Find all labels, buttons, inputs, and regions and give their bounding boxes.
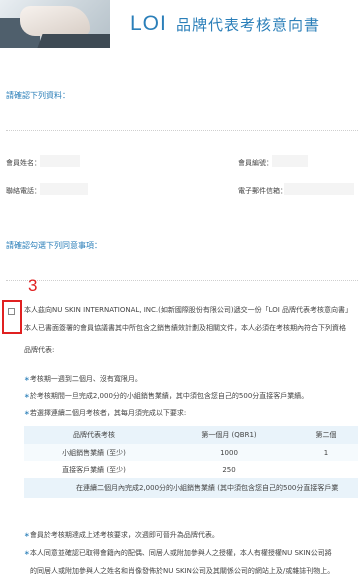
- member-name-label: 會員姓名：: [6, 159, 41, 167]
- hero-hand: [20, 6, 90, 36]
- phone-label: 聯絡電話：: [6, 187, 41, 195]
- highlight-box: [2, 300, 22, 334]
- section-title-info: 請確認下列資料：: [6, 91, 70, 100]
- bullet-item: ∗若選擇連續二個月考核者，其每月須完成以下要求:: [24, 409, 187, 417]
- loi-logo: LOI: [130, 12, 167, 35]
- member-name-value: [40, 155, 80, 167]
- bullet-continuation: 的同居人或附加參與人之姓名和肖像發佈於NU SKIN公司及其關係公司的網站上及/…: [30, 567, 335, 575]
- table-header: 第一個月 (QBR1): [164, 426, 294, 444]
- page-title: 品牌代表考核意向書: [176, 16, 321, 34]
- phone-value: [40, 183, 88, 195]
- table-row: 直接客戶業績 (至少) 250: [62, 465, 236, 474]
- table-header: 品牌代表考核: [24, 426, 164, 444]
- agreement-line-3: 品牌代表:: [24, 346, 55, 354]
- member-id-value: [272, 155, 308, 167]
- bullet-item: ∗本人同意並確認已取得會籍內的配偶、同居人或附加參與人之授權，本人有權授權NU …: [24, 549, 332, 557]
- email-value: [284, 183, 354, 195]
- agreement-line-1: 本人茲向NU SKIN INTERNATIONAL, INC.(如新國際股份有限…: [24, 306, 353, 314]
- table-footer-row: 在連續二個月內完成2,000分的小組銷售業績 (其中須包含您自己的500分直接客…: [24, 478, 358, 498]
- hero-image: [0, 0, 110, 48]
- divider: [6, 280, 358, 281]
- requirements-table: 品牌代表考核 第一個月 (QBR1) 第二個 小組銷售業績 (至少) 1000 …: [24, 426, 358, 498]
- hero-keyboard: [37, 34, 110, 48]
- table-header: 第二個: [294, 426, 358, 444]
- table-row: 小組銷售業績 (至少) 1000 1: [24, 444, 358, 461]
- bullet-item: ∗於考核期間一旦完成2,000分的小組銷售業績，其中須包含您自己的500分直接客…: [24, 392, 309, 400]
- agreement-line-2: 本人已書面簽署的會員協議書其中所包含之銷售績效計劃及相關文件，本人必須在考核期內…: [24, 324, 346, 332]
- page-header: LOI 品牌代表考核意向書: [0, 0, 358, 48]
- member-id-label: 會員編號：: [238, 159, 273, 167]
- step-marker: 3: [28, 276, 38, 295]
- agreement-checkbox[interactable]: [8, 308, 15, 315]
- bullet-item: ∗考核期一週到二個月、沒有寬限月。: [24, 375, 142, 383]
- bullet-item: ∗會員於考核期達成上述考核要求，次週即可晉升為品牌代表。: [24, 531, 219, 539]
- divider: [6, 130, 358, 131]
- section-title-agreement: 請確認勾選下列同意事項：: [6, 241, 102, 250]
- email-label: 電子郵件信箱：: [238, 187, 287, 195]
